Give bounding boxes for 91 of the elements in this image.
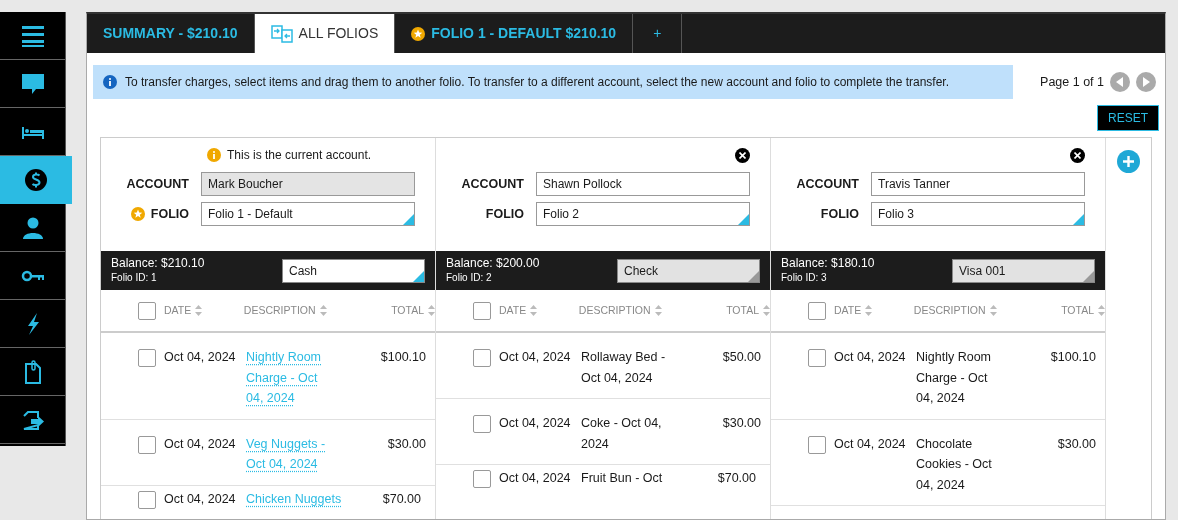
close-icon (739, 151, 746, 159)
transfer-icon (270, 24, 293, 43)
row-checkbox[interactable] (473, 470, 491, 488)
field-label: FOLIO (820, 205, 859, 223)
balance-text: Balance: $180.10 (781, 255, 875, 271)
date-cell-text: Oct 04, 2024 (164, 349, 237, 366)
folio-id-text: Folio ID: 3 (781, 271, 828, 286)
balance-text: Balance: $200.00 (446, 255, 540, 271)
sort-icon (989, 305, 997, 316)
balance-text: Balance: $210.10 (111, 255, 205, 271)
left-arrow-icon (1116, 77, 1124, 87)
column-header[interactable]: DESCRIPTION (578, 302, 651, 319)
sidebar-item[interactable] (0, 156, 72, 204)
row-checkbox[interactable] (473, 415, 491, 433)
description-cell-text: Nightly Room Charge - Oct 04, 2024 (916, 349, 993, 407)
plus-icon (1122, 155, 1135, 168)
next-page-button[interactable] (1136, 72, 1156, 92)
description-cell-text: Coke - Oct 04, 2024 (581, 415, 663, 453)
date-cell-text: Oct 04, 2024 (499, 415, 572, 432)
select-all-checkbox[interactable] (138, 301, 156, 320)
row-checkbox[interactable] (138, 349, 156, 367)
column-header[interactable]: DESCRIPTION (913, 302, 986, 319)
description-cell-text: Fruit Bun - Oct (581, 470, 664, 487)
select-all-checkbox[interactable] (808, 301, 826, 320)
column-header[interactable]: TOTAL (1061, 302, 1094, 319)
info-icon (103, 75, 117, 89)
total-cell-text: $30.00 (721, 415, 761, 432)
sort-icon (319, 305, 327, 316)
account-field[interactable]: Shawn Pollock (536, 172, 750, 196)
dollar-icon (23, 166, 49, 193)
add-folio-button[interactable] (1117, 150, 1140, 173)
column-header[interactable]: TOTAL (391, 302, 424, 319)
row-checkbox[interactable] (138, 435, 156, 454)
column-header[interactable]: DATE (499, 302, 527, 319)
row-checkbox[interactable] (138, 490, 156, 509)
remove-folio-button[interactable] (1070, 147, 1085, 163)
row-checkbox[interactable] (473, 349, 491, 367)
column-header[interactable]: DATE (834, 302, 862, 319)
column-header[interactable]: DATE (164, 302, 192, 319)
previous-page-button[interactable] (1110, 72, 1130, 92)
row-checkbox[interactable] (808, 349, 826, 367)
total-cell-text: $100.10 (379, 349, 426, 366)
field-label: ACCOUNT (795, 175, 859, 193)
total-cell-text: $70.00 (382, 490, 422, 508)
info-icon (207, 148, 221, 162)
row-checkbox[interactable] (808, 435, 826, 454)
total-cell-text: $70.00 (717, 470, 757, 487)
description-cell-text: Rollaway Bed - Oct 04, 2024 (581, 349, 667, 387)
date-cell-text: Oct 04, 2024 (834, 435, 907, 453)
star-icon (130, 207, 145, 221)
remove-folio-button[interactable] (735, 147, 750, 163)
folio-select[interactable]: Folio 1 - Default (201, 202, 415, 226)
date-cell-text: Oct 04, 2024 (164, 490, 237, 508)
sort-icon (530, 305, 538, 316)
account-field[interactable]: Travis Tanner (871, 172, 1085, 196)
folio-id-text: Folio ID: 1 (111, 271, 158, 286)
tab[interactable]: ALL FOLIOS (254, 14, 396, 53)
folio-select[interactable]: Folio 2 (536, 202, 750, 226)
right-arrow-icon (1142, 77, 1150, 87)
field-label: FOLIO (150, 205, 189, 223)
date-cell-text: Oct 04, 2024 (164, 435, 237, 453)
page-indicator: Page 1 of 1 (1040, 73, 1104, 91)
account-field[interactable]: Mark Boucher (201, 172, 415, 196)
close-icon (1074, 151, 1081, 159)
total-cell-text: $30.00 (1056, 435, 1096, 453)
description-cell-text: Chocolate Cookies - Oct 04, 2024 (916, 435, 993, 494)
star-icon (411, 26, 426, 41)
reset-button[interactable]: RESET (1097, 105, 1159, 131)
sort-icon (654, 305, 662, 316)
sort-icon (865, 305, 873, 316)
total-cell-text: $30.00 (386, 435, 426, 453)
select-all-checkbox[interactable] (473, 301, 491, 320)
total-cell-text: $100.10 (1049, 349, 1096, 366)
current-account-note: This is the current account. (227, 147, 372, 164)
folio-select[interactable]: Folio 3 (871, 202, 1085, 226)
field-label: FOLIO (485, 205, 524, 223)
info-text: To transfer charges, select items and drag them to another folio. To transfer to a different account, select the new account and folio to complete the transfer. (125, 74, 950, 91)
sort-icon (195, 305, 203, 316)
total-cell-text: $50.00 (721, 349, 761, 366)
column-header[interactable]: TOTAL (726, 302, 759, 319)
sort-icon (428, 305, 435, 316)
payment-select[interactable]: Cash (282, 258, 425, 283)
sort-icon (763, 305, 770, 316)
folio-id-text: Folio ID: 2 (446, 271, 493, 286)
field-label: ACCOUNT (125, 175, 189, 193)
field-label: ACCOUNT (460, 175, 524, 193)
date-cell-text: Oct 04, 2024 (499, 349, 572, 366)
date-cell-text: Oct 04, 2024 (499, 470, 572, 487)
column-header[interactable]: DESCRIPTION (243, 302, 316, 319)
date-cell-text: Oct 04, 2024 (834, 349, 907, 366)
sort-icon (1098, 305, 1105, 316)
